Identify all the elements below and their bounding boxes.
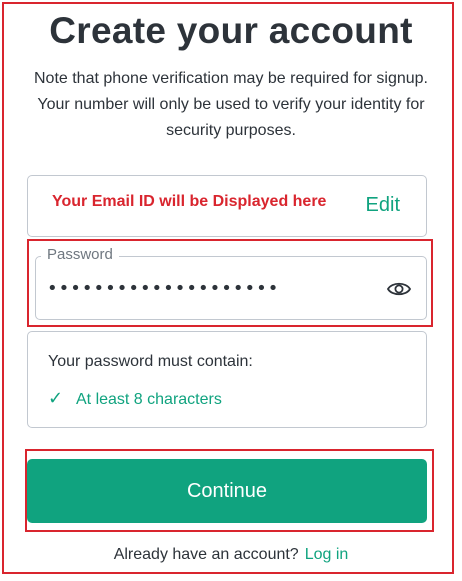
email-display-text: Your Email ID will be Displayed here <box>52 193 327 210</box>
password-input[interactable] <box>47 271 367 305</box>
password-field-container[interactable]: Password <box>35 246 427 320</box>
requirement-item: ✓ At least 8 characters <box>48 388 222 409</box>
page-title: Create your account <box>49 10 413 51</box>
requirement-text: At least 8 characters <box>76 391 222 408</box>
email-display-box: Your Email ID will be Displayed here Edi… <box>27 175 427 237</box>
eye-icon[interactable] <box>386 277 412 301</box>
check-icon: ✓ <box>48 388 64 408</box>
continue-button[interactable]: Continue <box>27 459 427 523</box>
requirements-title: Your password must contain: <box>48 353 253 370</box>
login-prompt: Already have an account? <box>113 546 299 563</box>
verification-note: Note that phone verification may be requ… <box>33 70 428 139</box>
password-label: Password <box>41 246 119 263</box>
edit-email-link[interactable]: Edit <box>366 194 400 217</box>
password-requirements-box: Your password must contain: ✓ At least 8 … <box>27 331 427 428</box>
login-row: Already have an account? Log in <box>0 546 462 564</box>
login-link[interactable]: Log in <box>305 546 349 563</box>
